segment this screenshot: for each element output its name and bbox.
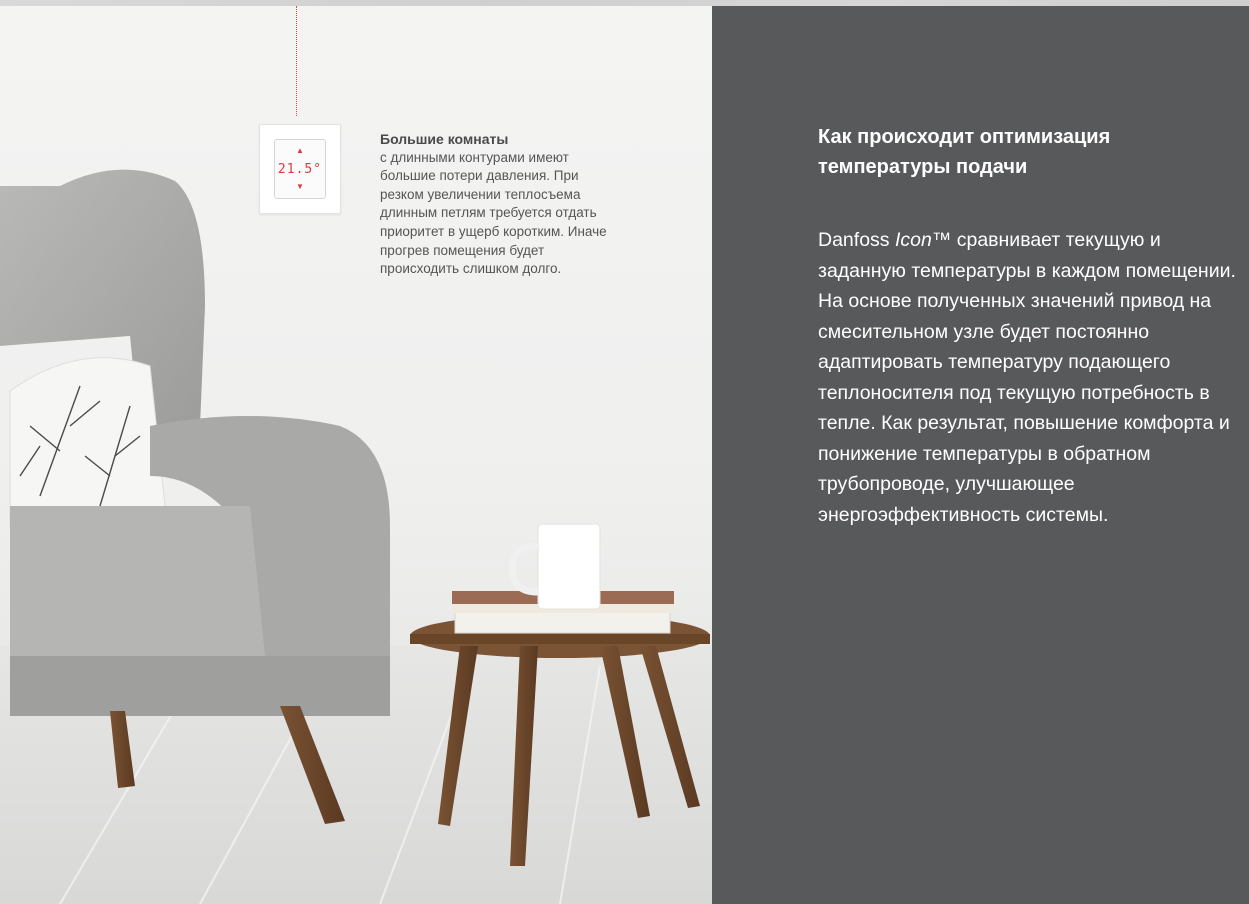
- thermostat-screen: ▲ 21.5° ▼: [274, 139, 326, 199]
- product-name: Icon: [894, 229, 932, 251]
- panel-body-text: ™ сравнивает текущую и заданную температ…: [818, 229, 1236, 526]
- callout-dotted-line: [296, 6, 297, 116]
- thermostat-readout: 21.5°: [277, 162, 323, 177]
- callout-title: Большие комнаты: [380, 131, 509, 147]
- thermostat-device: ▲ 21.5° ▼: [259, 124, 341, 214]
- chevron-up-icon: ▲: [296, 146, 304, 155]
- callout-body: с длинными контурами имеют большие потер…: [380, 149, 607, 277]
- panel-body: Danfoss Icon™ сравнивает текущую и задан…: [818, 225, 1238, 530]
- brand-name: Danfoss: [818, 229, 895, 251]
- panel-heading: Как происходит оптимизация температуры п…: [818, 126, 1111, 178]
- chevron-down-icon: ▼: [296, 182, 304, 191]
- callout-large-rooms: Большие комнаты с длинными контурами име…: [380, 130, 620, 279]
- interior-photo: ▲ 21.5° ▼ Большие комнаты с длинными кон…: [0, 6, 712, 904]
- info-panel: Как происходит оптимизация температуры п…: [712, 6, 1249, 904]
